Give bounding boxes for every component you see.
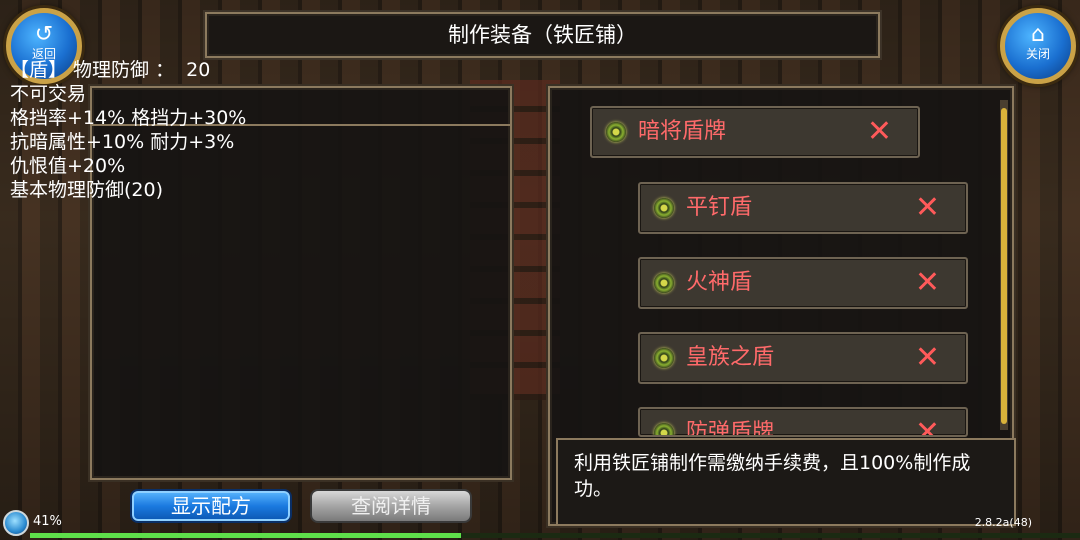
home-icon: ⌂	[1031, 22, 1045, 47]
battery-percent: 41%	[33, 514, 62, 529]
remove-icon[interactable]: ✕	[915, 184, 940, 232]
recipe-item[interactable]: 暗将盾牌 ✕	[590, 106, 920, 158]
recipe-item[interactable]: 防弹盾牌 ✕	[638, 407, 968, 437]
remove-icon[interactable]: ✕	[915, 259, 940, 307]
recipe-item[interactable]: 皇族之盾 ✕	[638, 332, 968, 384]
recipe-item[interactable]: 火神盾 ✕	[638, 257, 968, 309]
gem-icon	[654, 198, 674, 218]
show-recipe-button[interactable]: 显示配方	[130, 489, 292, 523]
item-info-line: 【盾】 物理防御 ： 20	[10, 59, 211, 81]
item-info-line: 格挡率+14% 格挡力+30%	[10, 107, 247, 129]
back-arrow-icon: ↺	[34, 22, 54, 47]
progress-fill	[30, 533, 461, 538]
gem-icon	[654, 423, 674, 435]
gem-icon	[606, 122, 626, 142]
description-box: 利用铁匠铺制作需缴纳手续费，且100%制作成功。	[556, 438, 1016, 526]
remove-icon[interactable]: ✕	[915, 334, 940, 382]
page-title: 制作装备（铁匠铺）	[205, 12, 880, 58]
item-info-line: 仇恨值+20%	[10, 155, 126, 177]
close-button[interactable]: ⌂ 关闭	[1000, 8, 1076, 84]
recipe-item[interactable]: 平钉盾 ✕	[638, 182, 968, 234]
item-info-line: 抗暗属性+10% 耐力+3%	[10, 131, 235, 153]
remove-icon[interactable]: ✕	[867, 108, 892, 156]
item-info-text: 【盾】 物理防御 ： 20 不可交易 格挡率+14% 格挡力+30% 抗暗属性+…	[10, 58, 246, 202]
view-detail-button[interactable]: 查阅详情	[310, 489, 472, 523]
gem-icon	[654, 348, 674, 368]
recipe-item-name: 防弹盾牌	[686, 420, 775, 437]
scrollbar-thumb[interactable]	[1001, 108, 1007, 424]
recipe-item-name: 平钉盾	[686, 195, 753, 220]
remove-icon[interactable]: ✕	[915, 409, 940, 435]
item-info-line: 基本物理防御(20)	[10, 179, 164, 201]
recipe-item-name: 皇族之盾	[686, 345, 775, 370]
close-button-label: 关闭	[1025, 47, 1050, 61]
recipe-item-name: 暗将盾牌	[638, 119, 727, 144]
globe-icon	[3, 510, 29, 536]
item-info-line: 不可交易	[10, 83, 87, 105]
recipe-item-name: 火神盾	[686, 270, 753, 295]
gem-icon	[654, 273, 674, 293]
version-text: 2.8.2a(48)	[974, 516, 1032, 529]
